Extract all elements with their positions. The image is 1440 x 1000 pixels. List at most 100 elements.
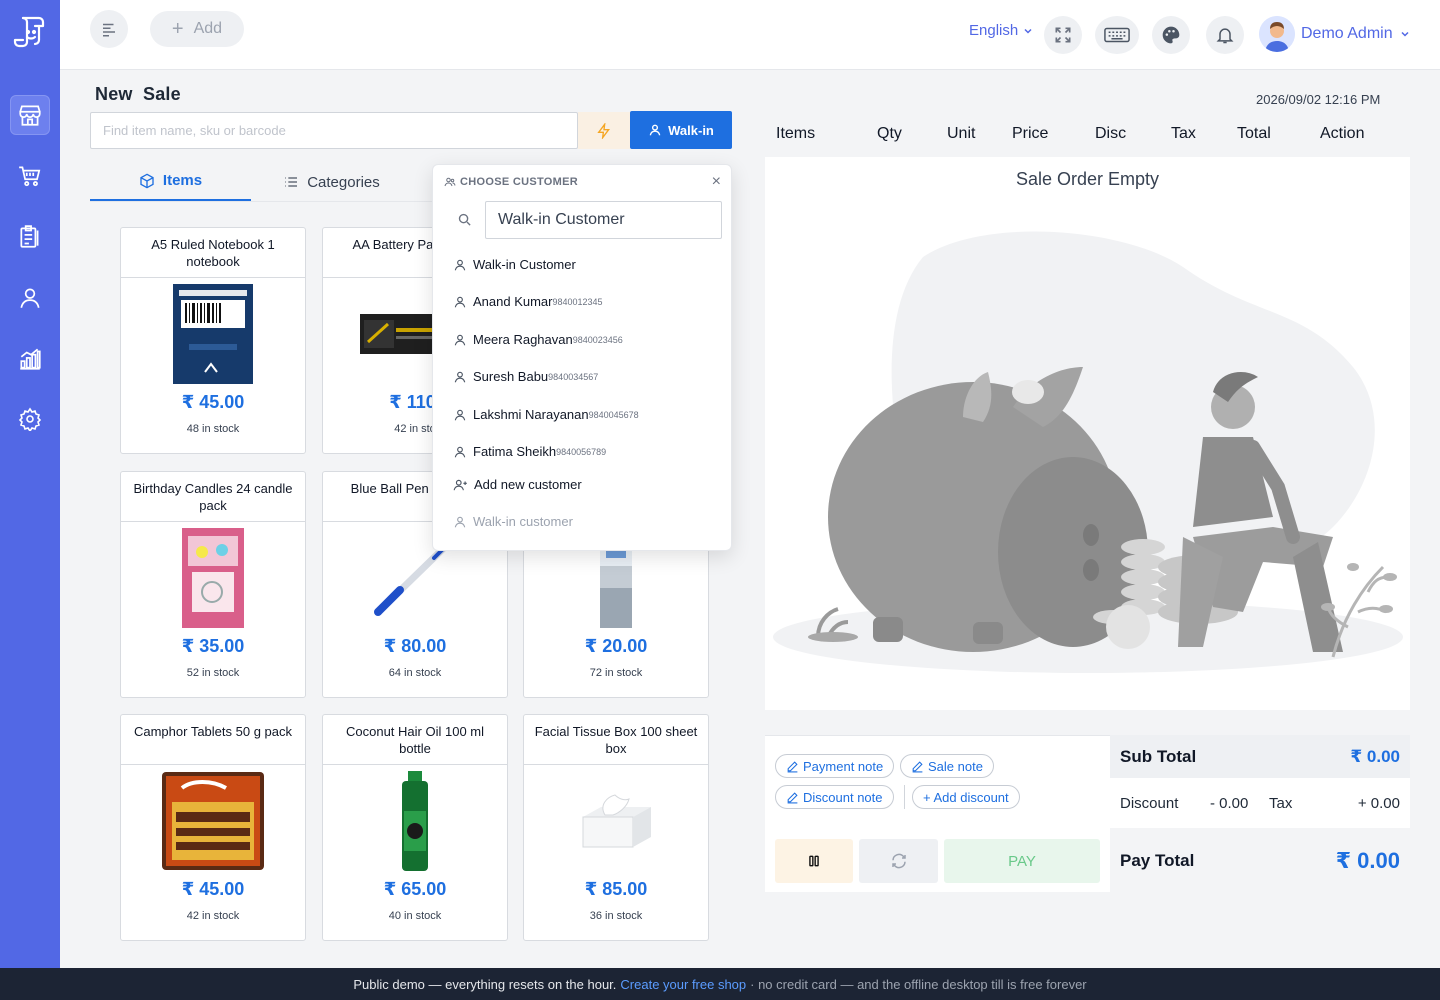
fullscreen-button[interactable] <box>1044 16 1082 54</box>
sale-note-label: Sale note <box>928 758 983 774</box>
tax-value: + 0.00 <box>1357 795 1400 812</box>
chevron-down-icon <box>1401 31 1409 37</box>
subtotal-row: Sub Total ₹ 0.00 <box>1110 735 1410 778</box>
walkin-customer-option[interactable]: Walk-in customer <box>453 514 573 529</box>
menu-toggle-button[interactable] <box>90 10 128 48</box>
product-card[interactable]: Camphor Tablets 50 g pack ₹ 45.00 42 in … <box>120 714 306 941</box>
pencil-icon <box>787 791 798 803</box>
customer-phone: 9840012345 <box>552 296 603 307</box>
tab-categories[interactable]: Categories <box>251 162 412 202</box>
reset-button[interactable] <box>859 839 938 883</box>
expand-icon <box>1055 27 1071 43</box>
pay-label: PAY <box>1008 852 1036 870</box>
gear-icon <box>18 407 42 431</box>
product-card[interactable]: Coconut Hair Oil 100 ml bottle ₹ 65.00 4… <box>322 714 508 941</box>
payment-note-button[interactable]: Payment note <box>775 754 895 778</box>
add-label: Add <box>193 20 223 37</box>
actions-panel: PAY <box>765 830 1110 892</box>
page-title: New Sale <box>95 84 181 104</box>
product-stock: 36 in stock <box>589 910 643 922</box>
customer-phone: 9840045678 <box>588 409 639 420</box>
walkin-customer-button[interactable]: Walk-in <box>630 111 732 149</box>
product-image <box>121 765 305 877</box>
discount-tax-row: Discount - 0.00 Tax + 0.00 <box>1110 778 1410 828</box>
lightning-icon <box>597 122 610 139</box>
theme-button[interactable] <box>1152 16 1190 54</box>
column-header: Action <box>1320 125 1365 142</box>
user-icon <box>20 288 40 308</box>
sidebar-item-analytics[interactable] <box>10 339 50 379</box>
add-new-customer-label: Add new customer <box>474 477 582 492</box>
hold-button[interactable] <box>775 839 853 883</box>
add-new-customer-option[interactable]: Add new customer <box>453 477 582 492</box>
sidebar-item-purchases[interactable] <box>10 156 50 196</box>
empty-order-illustration <box>773 231 1403 673</box>
customer-option[interactable]: Meera Raghavan 9840023456 <box>453 332 623 347</box>
keyboard-shortcuts-button[interactable] <box>1095 16 1139 54</box>
product-stock: 72 in stock <box>589 667 643 679</box>
create-shop-link[interactable]: Create your free shop <box>620 977 746 992</box>
app-logo-icon[interactable] <box>11 12 49 50</box>
language-select[interactable]: English <box>969 22 1034 39</box>
customer-option[interactable]: Anand Kumar 9840012345 <box>453 294 603 309</box>
user-icon <box>454 259 466 270</box>
tab-items[interactable]: Items <box>90 162 251 202</box>
sidebar-item-reports-list[interactable] <box>10 217 50 257</box>
product-stock: 48 in stock <box>186 423 240 435</box>
bell-icon <box>1216 28 1234 44</box>
column-header: Items <box>776 125 816 142</box>
discount-note-button[interactable]: Discount note <box>775 785 894 809</box>
close-icon[interactable]: × <box>712 173 721 191</box>
customer-search-input[interactable]: Walk-in Customer <box>485 201 722 239</box>
column-header: Price <box>1012 125 1049 142</box>
item-search-input[interactable]: Find item name, sku or barcode <box>90 112 578 149</box>
add-discount-button[interactable]: + Add discount <box>912 785 1020 809</box>
search-icon <box>457 212 472 227</box>
product-price: ₹ 65.00 <box>383 879 447 899</box>
sidebar-item-settings[interactable] <box>10 399 50 439</box>
customer-option[interactable]: Fatima Sheikh 9840056789 <box>453 444 606 459</box>
box-icon <box>140 173 154 188</box>
tab-categories-label: Categories <box>307 173 380 191</box>
customer-option[interactable]: Suresh Babu 9840034567 <box>453 369 598 384</box>
pause-icon <box>809 855 819 867</box>
product-price: ₹ 20.00 <box>584 636 648 656</box>
cart-icon <box>19 166 41 187</box>
sidebar <box>0 0 60 968</box>
chevron-down-icon <box>1024 28 1032 34</box>
plus-icon: + <box>171 17 184 40</box>
pay-total-label: Pay Total <box>1120 851 1195 870</box>
popup-title: CHOOSE CUSTOMER <box>460 176 578 188</box>
product-price: ₹ 45.00 <box>181 392 245 412</box>
quick-add-button[interactable] <box>578 112 630 149</box>
customer-search-value: Walk-in Customer <box>498 211 625 228</box>
add-button[interactable]: + Add <box>150 11 244 47</box>
product-price: ₹ 45.00 <box>181 879 245 899</box>
order-items-area: Sale Order Empty <box>765 157 1410 710</box>
discount-label: Discount <box>1120 795 1179 812</box>
customer-name: Lakshmi Narayanan <box>473 407 589 422</box>
payment-note-label: Payment note <box>803 758 884 774</box>
subtotal-label: Sub Total <box>1120 746 1197 766</box>
product-card[interactable]: Facial Tissue Box 100 sheet box ₹ 85.00 … <box>523 714 709 941</box>
notifications-button[interactable] <box>1206 16 1244 54</box>
store-icon <box>19 105 41 126</box>
customer-name: Fatima Sheikh <box>473 444 557 459</box>
sale-note-button[interactable]: Sale note <box>900 754 994 778</box>
product-image <box>121 278 305 390</box>
pay-button[interactable]: PAY <box>944 839 1100 883</box>
list-icon <box>285 177 298 187</box>
product-stock: 64 in stock <box>388 667 442 679</box>
customer-name: Suresh Babu <box>473 369 549 384</box>
sidebar-item-customers[interactable] <box>10 278 50 318</box>
user-icon <box>454 446 466 457</box>
user-menu[interactable]: Demo Admin <box>1259 16 1411 52</box>
pay-total-value: ₹ 0.00 <box>1335 848 1400 873</box>
product-card[interactable]: A5 Ruled Notebook 1 notebook ₹ 45.00 48 … <box>120 227 306 454</box>
customer-option[interactable]: Lakshmi Narayanan 9840045678 <box>453 407 639 422</box>
product-card[interactable]: Birthday Candles 24 candle pack ₹ 35.00 … <box>120 471 306 698</box>
column-header: Tax <box>1171 125 1196 142</box>
sidebar-item-pos[interactable] <box>10 95 50 135</box>
empty-order-text: Sale Order Empty <box>1015 169 1160 189</box>
customer-option[interactable]: Walk-in Customer <box>453 257 576 272</box>
